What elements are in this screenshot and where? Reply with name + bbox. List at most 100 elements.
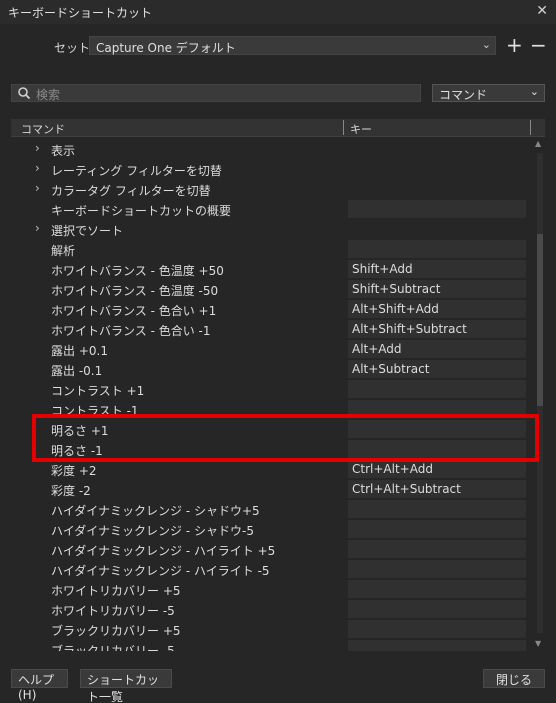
shortcut-key-field[interactable]: [348, 640, 526, 651]
command-name: キーボードショートカットの概要: [51, 204, 232, 218]
list-item[interactable]: ホワイトバランス - 色温度 +50 Shift+Add: [11, 259, 536, 279]
chevron-right-icon[interactable]: ›: [35, 221, 40, 235]
command-name: 彩度 +2: [51, 464, 97, 478]
command-name: ホワイトバランス - 色合い -1: [51, 324, 211, 338]
shortcut-key-field[interactable]: [348, 540, 526, 558]
shortcut-key-field[interactable]: Alt+Shift+Add: [348, 300, 526, 318]
command-name: 表示: [51, 144, 76, 158]
shortcut-key-field[interactable]: [348, 600, 526, 618]
shortcut-list-button[interactable]: ショートカット一覧: [80, 669, 172, 703]
list-item[interactable]: コントラスト -1: [11, 399, 536, 419]
column-header-key[interactable]: キー: [350, 121, 372, 137]
command-name: ホワイトバランス - 色温度 -50: [51, 284, 219, 298]
list-item[interactable]: 露出 +0.1 Alt+Add: [11, 339, 536, 359]
command-name: ブラックリカバリー +5: [51, 624, 181, 638]
list-item[interactable]: ホワイトリカバリー +5: [11, 579, 536, 599]
list-item[interactable]: 露出 -0.1 Alt+Subtract: [11, 359, 536, 379]
close-icon[interactable]: ✕: [536, 3, 548, 19]
list-item[interactable]: 彩度 -2 Ctrl+Alt+Subtract: [11, 479, 536, 499]
shortcut-key-field[interactable]: Shift+Subtract: [348, 280, 526, 298]
shortcut-key-field[interactable]: [348, 400, 526, 418]
shortcut-key-field[interactable]: Shift+Add: [348, 260, 526, 278]
command-name: ブラックリカバリー -5: [51, 644, 175, 651]
list-item[interactable]: 明るさ +1: [11, 419, 536, 439]
list-item[interactable]: 彩度 +2 Ctrl+Alt+Add: [11, 459, 536, 479]
shortcut-key-field[interactable]: Alt+Subtract: [348, 360, 526, 378]
title-bar: キーボードショートカット ✕: [0, 0, 556, 24]
scroll-up-icon[interactable]: ▲: [535, 139, 541, 148]
scrollbar[interactable]: ▲ ▼: [535, 139, 545, 651]
scroll-thumb[interactable]: [537, 234, 543, 406]
list-item[interactable]: コントラスト +1: [11, 379, 536, 399]
close-button[interactable]: 閉じる: [483, 669, 545, 688]
shortcut-key-field[interactable]: [348, 200, 526, 218]
list-item[interactable]: キーボードショートカットの概要: [11, 199, 536, 219]
search-input[interactable]: 検索: [11, 84, 421, 102]
shortcut-key-field[interactable]: [348, 440, 526, 458]
scroll-down-icon[interactable]: ▼: [535, 639, 541, 648]
shortcut-key-field[interactable]: Alt+Shift+Subtract: [348, 320, 526, 338]
help-button[interactable]: ヘルプ(H): [11, 669, 68, 702]
command-name: 露出 -0.1: [51, 364, 103, 378]
list-item[interactable]: ハイダイナミックレンジ - シャドウ-5: [11, 519, 536, 539]
command-name: ホワイトリカバリー +5: [51, 584, 181, 598]
shortcut-key-field[interactable]: Ctrl+Alt+Subtract: [348, 480, 526, 498]
command-name: 選択でソート: [51, 224, 124, 238]
search-scope-value: コマンド: [439, 88, 488, 102]
list-item[interactable]: › カラータグ フィルターを切替: [11, 179, 536, 199]
list-item[interactable]: ハイダイナミックレンジ - ハイライト +5: [11, 539, 536, 559]
search-scope-select[interactable]: コマンド ⌄: [432, 84, 545, 102]
list-item[interactable]: › 表示: [11, 139, 536, 159]
list-item[interactable]: ホワイトバランス - 色合い +1 Alt+Shift+Add: [11, 299, 536, 319]
chevron-right-icon[interactable]: ›: [35, 181, 40, 195]
shortcut-key-field[interactable]: [348, 380, 526, 398]
shortcut-key-field[interactable]: [348, 620, 526, 638]
remove-preset-button[interactable]: −: [530, 33, 547, 57]
shortcut-key-field[interactable]: [348, 240, 526, 258]
command-name: ハイダイナミックレンジ - シャドウ+5: [51, 504, 260, 518]
add-preset-button[interactable]: +: [506, 33, 523, 57]
shortcut-list: › 表示 › レーティング フィルターを切替 › カラータグ フィルターを切替キーボードシ…: [11, 139, 545, 651]
command-name: 彩度 -2: [51, 484, 91, 498]
list-item[interactable]: 明るさ -1: [11, 439, 536, 459]
list-item[interactable]: ホワイトバランス - 色合い -1 Alt+Shift+Subtract: [11, 319, 536, 339]
command-name: レーティング フィルターを切替: [51, 164, 222, 178]
command-name: 明るさ +1: [51, 424, 109, 438]
shortcut-key-field[interactable]: [348, 560, 526, 578]
shortcut-key-field[interactable]: [348, 500, 526, 518]
command-name: 解析: [51, 244, 76, 258]
list-item[interactable]: › 選択でソート: [11, 219, 536, 239]
preset-value: Capture One デフォルト: [96, 41, 236, 55]
shortcut-key-field[interactable]: Alt+Add: [348, 340, 526, 358]
list-item[interactable]: ホワイトバランス - 色温度 -50 Shift+Subtract: [11, 279, 536, 299]
list-item[interactable]: ハイダイナミックレンジ - ハイライト -5: [11, 559, 536, 579]
chevron-right-icon[interactable]: ›: [35, 161, 40, 175]
command-name: ハイダイナミックレンジ - ハイライト -5: [51, 564, 270, 578]
preset-select[interactable]: Capture One デフォルト ⌄: [89, 36, 496, 55]
search-icon: [18, 87, 31, 100]
list-item[interactable]: 解析: [11, 239, 536, 259]
list-item[interactable]: › レーティング フィルターを切替: [11, 159, 536, 179]
command-name: ホワイトバランス - 色合い +1: [51, 304, 217, 318]
shortcut-key-field[interactable]: [348, 520, 526, 538]
column-header-command[interactable]: コマンド: [21, 121, 65, 137]
shortcut-key-field[interactable]: [348, 420, 526, 438]
list-item[interactable]: ブラックリカバリー -5: [11, 639, 536, 651]
command-name: ホワイトリカバリー -5: [51, 604, 175, 618]
shortcut-key-field[interactable]: Ctrl+Alt+Add: [348, 460, 526, 478]
chevron-down-icon: ⌄: [481, 38, 491, 51]
list-item[interactable]: ホワイトリカバリー -5: [11, 599, 536, 619]
command-name: ハイダイナミックレンジ - ハイライト +5: [51, 544, 276, 558]
command-name: カラータグ フィルターを切替: [51, 184, 211, 198]
chevron-right-icon[interactable]: ›: [35, 141, 40, 155]
column-divider[interactable]: [530, 120, 531, 135]
list-header: コマンド キー: [11, 119, 545, 137]
column-divider[interactable]: [343, 120, 344, 135]
search-placeholder: 検索: [36, 88, 61, 102]
command-name: ホワイトバランス - 色温度 +50: [51, 264, 224, 278]
command-name: ハイダイナミックレンジ - シャドウ-5: [51, 524, 254, 538]
shortcut-key-field[interactable]: [348, 580, 526, 598]
preset-row: セット: Capture One デフォルト ⌄ + −: [0, 33, 556, 57]
list-item[interactable]: ブラックリカバリー +5: [11, 619, 536, 639]
list-item[interactable]: ハイダイナミックレンジ - シャドウ+5: [11, 499, 536, 519]
